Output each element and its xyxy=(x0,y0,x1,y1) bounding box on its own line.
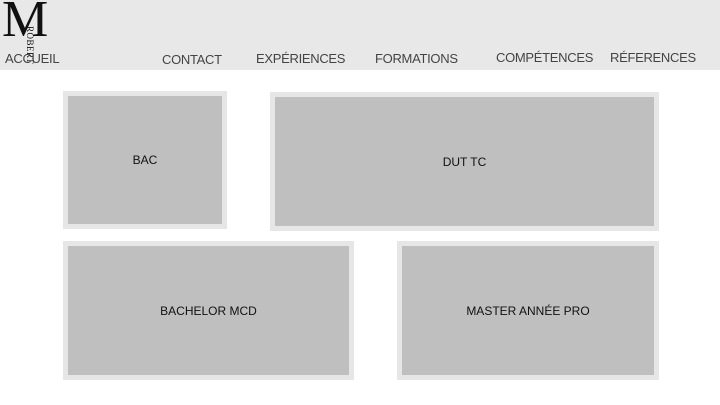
card-label: BAC xyxy=(132,153,158,167)
formation-card-dut-tc[interactable]: DUT TC xyxy=(270,92,659,231)
card-label: BACHELOR MCD xyxy=(160,303,257,318)
logo[interactable]: M ROBERT xyxy=(2,0,58,64)
nav-link-home[interactable]: ACCUEIL xyxy=(5,51,60,66)
nav-link-experiences[interactable]: EXPÉRIENCES xyxy=(256,51,345,66)
nav-link-competences[interactable]: COMPÉTENCES xyxy=(496,50,593,65)
nav-link-contact[interactable]: CONTACT xyxy=(162,52,222,67)
page: M ROBERT ACCUEIL CONTACT EXPÉRIENCES FOR… xyxy=(0,0,720,405)
card-label: MASTER ANNÉE PRO xyxy=(466,303,590,318)
card-panel: BACHELOR MCD xyxy=(68,246,349,375)
card-panel: BAC xyxy=(68,96,222,224)
card-label: DUT TC xyxy=(442,154,487,169)
top-navigation-bar: M ROBERT ACCUEIL CONTACT EXPÉRIENCES FOR… xyxy=(0,0,720,70)
formation-card-master-annee-pro[interactable]: MASTER ANNÉE PRO xyxy=(397,241,659,380)
card-panel: MASTER ANNÉE PRO xyxy=(402,246,654,375)
nav-link-formations[interactable]: FORMATIONS xyxy=(375,51,458,66)
formation-card-bachelor-mcd[interactable]: BACHELOR MCD xyxy=(63,241,354,380)
card-panel: DUT TC xyxy=(275,97,654,226)
nav-link-references[interactable]: RÉFERENCES xyxy=(610,50,696,65)
formation-card-bac[interactable]: BAC xyxy=(63,91,227,229)
